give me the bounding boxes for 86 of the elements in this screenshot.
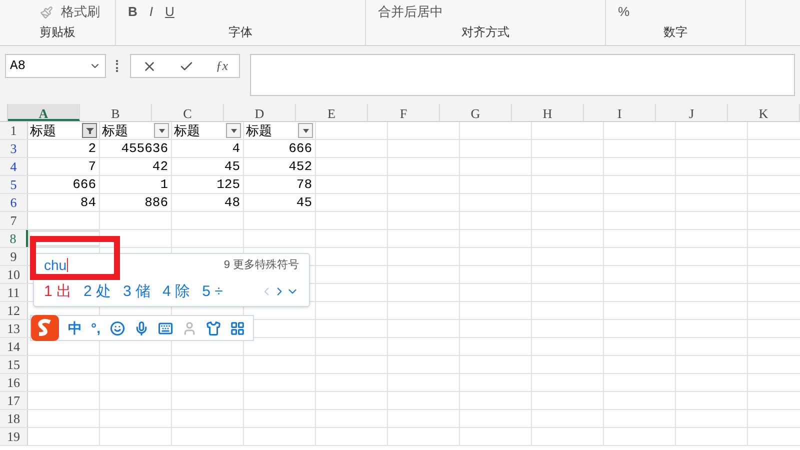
more-symbols-link[interactable]: 9 更多特殊符号 (224, 257, 299, 274)
column-header[interactable]: I (584, 104, 656, 121)
ribbon-button[interactable]: I (145, 2, 158, 22)
group-label: 数字 (662, 24, 688, 41)
paintbrush-icon (40, 6, 53, 18)
table-cell: 455636 (121, 140, 168, 157)
dropdown-arrow-icon (228, 126, 238, 134)
candidate[interactable]: 3 储 (123, 280, 151, 303)
column-header[interactable]: H (512, 104, 584, 121)
column-header[interactable]: E (296, 104, 368, 121)
row-header[interactable]: 12 (0, 302, 28, 319)
filter-button[interactable] (82, 123, 97, 138)
group-label: 剪贴板 (38, 24, 76, 41)
row-header[interactable]: 14 (0, 338, 28, 355)
candidate[interactable]: 4 除 (162, 280, 190, 303)
ribbon-button[interactable]: % (614, 2, 634, 22)
more-icon (116, 60, 120, 72)
table-cell: 666 (72, 176, 96, 193)
table-cell: 45 (224, 158, 240, 175)
column-header[interactable]: A (8, 104, 80, 121)
filter-button[interactable] (298, 123, 313, 138)
row-header[interactable]: 8 (0, 230, 28, 247)
table-cell: 886 (144, 194, 168, 211)
shirt-icon[interactable] (206, 320, 220, 336)
dropdown-arrow-icon (300, 126, 310, 134)
table-cell: 666 (288, 140, 312, 157)
table-cell: 84 (80, 194, 96, 211)
table-cell-text: 标题 (30, 122, 56, 140)
table-cell: 125 (216, 176, 240, 193)
row-header[interactable]: 10 (0, 266, 28, 283)
table-cell: 45 (296, 194, 312, 211)
dropdown-arrow-icon (156, 126, 166, 134)
column-header[interactable]: B (80, 104, 152, 121)
group-label: 字体 (228, 24, 254, 41)
table-cell: 1 (160, 176, 168, 193)
emoji-icon[interactable] (110, 320, 124, 336)
ribbon-button[interactable]: 合并后居中 (374, 2, 447, 22)
ribbon-button[interactable]: U (161, 2, 178, 22)
row-header[interactable]: 18 (0, 410, 28, 427)
row-header[interactable]: 9 (0, 248, 28, 265)
row-header[interactable]: 17 (0, 392, 28, 409)
ribbon-button[interactable]: 格式刷 (57, 2, 104, 22)
row-header[interactable]: 1 (0, 122, 28, 139)
table-cell-text: 标题 (174, 122, 200, 140)
column-header[interactable]: F (368, 104, 440, 121)
column-header[interactable]: K (728, 104, 800, 121)
row-header[interactable]: 3 (0, 140, 28, 157)
grid-icon[interactable] (230, 320, 244, 336)
candidate[interactable]: 2 处 (84, 280, 112, 303)
row-header[interactable]: 16 (0, 374, 28, 391)
table-cell: 78 (296, 176, 312, 193)
row-header[interactable]: 11 (0, 284, 28, 301)
table-cell: 7 (88, 158, 96, 175)
table-cell: 2 (88, 140, 96, 157)
column-header[interactable]: G (440, 104, 512, 121)
filter-button[interactable] (226, 123, 241, 138)
row-header[interactable]: 6 (0, 194, 28, 211)
table-cell: 4 (232, 140, 240, 157)
row-header[interactable]: 19 (0, 428, 28, 445)
keyboard-icon[interactable] (158, 320, 172, 336)
group-label: 对齐方式 (460, 24, 510, 41)
column-header[interactable]: J (656, 104, 728, 121)
row-header[interactable]: 4 (0, 158, 28, 175)
active-cell[interactable] (28, 230, 100, 247)
row-header[interactable]: 15 (0, 356, 28, 373)
table-cell-text: 标题 (246, 122, 272, 140)
filter-icon (84, 126, 94, 134)
table-cell: 452 (288, 158, 312, 175)
row-header[interactable]: 13 (0, 320, 28, 337)
row-header[interactable]: 5 (0, 176, 28, 193)
insert-function-button[interactable]: ƒx (216, 56, 228, 76)
ime-toolbar-button[interactable]: 中 (68, 318, 82, 338)
ribbon-button[interactable]: B (124, 2, 142, 22)
name-box[interactable]: A8 (5, 54, 106, 78)
filter-button[interactable] (154, 123, 169, 138)
row-header[interactable]: 7 (0, 212, 28, 229)
ime-toolbar-button[interactable]: °, (91, 318, 100, 338)
column-header[interactable]: D (224, 104, 296, 121)
column-header[interactable]: C (152, 104, 224, 121)
candidate[interactable]: 1 出 (44, 280, 72, 303)
candidate[interactable]: 5 ÷ (202, 280, 223, 303)
table-cell-text: 标题 (102, 122, 128, 140)
table-cell: 42 (152, 158, 168, 175)
microphone-icon[interactable] (134, 320, 148, 336)
formula-field[interactable] (250, 54, 795, 96)
table-cell: 48 (224, 194, 240, 211)
